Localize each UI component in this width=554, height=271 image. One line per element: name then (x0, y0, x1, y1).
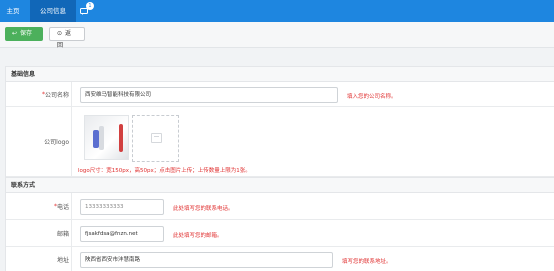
tab-company-info-label: 公司信息 (40, 7, 66, 15)
address-label: 地址 (6, 247, 72, 271)
logo-upload-box[interactable] (132, 115, 179, 162)
row-email: 邮箱 fjsakfdsa@fnzn.net 此处填写您的邮箱。 (6, 220, 554, 247)
top-nav-bar: 主页 公司信息 1 (0, 0, 554, 22)
tab-messages[interactable]: 1 (76, 0, 98, 22)
logo-shape (99, 126, 104, 150)
company-name-input[interactable]: 西安维马智能科技有限公司 (80, 87, 338, 103)
company-name-label: * 公司名称 (6, 82, 72, 106)
row-company-name: * 公司名称 西安维马智能科技有限公司 填入您的公司名称。 (6, 82, 554, 107)
company-name-hint: 填入您的公司名称。 (347, 94, 397, 100)
row-address: 地址 陕西省西安市沣慧南路 填写您的联系地址。 (6, 247, 554, 271)
email-input[interactable]: fjsakfdsa@fnzn.net (80, 226, 164, 242)
row-company-logo: 公司logo logo尺寸：宽150px，高50px；点击图片上传；上传数量上限… (6, 107, 554, 177)
reply-icon: ↩ (12, 30, 18, 37)
image-placeholder-icon (151, 133, 162, 143)
logo-hint: logo尺寸：宽150px，高50px；点击图片上传；上传数量上限为1张。 (78, 168, 251, 174)
section-contact: 联系方式 (6, 177, 554, 193)
address-input[interactable]: 陕西省西安市沣慧南路 (80, 252, 333, 268)
company-name-label-text: 公司名称 (44, 91, 69, 99)
section-basic-info: 基础信息 (6, 66, 554, 82)
save-button-label: 保存 (20, 30, 33, 37)
tab-company-info[interactable]: 公司信息 (30, 0, 76, 22)
phone-label-text: 电话 (56, 203, 69, 211)
company-info-form: 基础信息 * 公司名称 西安维马智能科技有限公司 填入您的公司名称。 公司logo… (5, 66, 554, 271)
phone-label: * 电话 (6, 193, 72, 219)
tab-home[interactable]: 主页 (0, 0, 26, 22)
address-hint: 填写您的联系地址。 (342, 259, 392, 265)
company-logo-label: 公司logo (6, 107, 72, 176)
save-button[interactable]: ↩ 保存 (5, 27, 43, 41)
back-circle-icon: ⊙ (57, 30, 63, 37)
back-button[interactable]: ⊙ 返回 (49, 27, 85, 49)
phone-hint: 此处填写您的联系电话。 (173, 206, 234, 212)
message-count-badge: 1 (86, 2, 94, 10)
logo-image[interactable] (84, 115, 129, 160)
row-phone: * 电话 13333333333 此处填写您的联系电话。 (6, 193, 554, 220)
email-hint: 此处填写您的邮箱。 (173, 233, 223, 239)
toolbar: ↩ 保存 ⊙ 返回 (0, 22, 554, 49)
email-label: 邮箱 (6, 220, 72, 246)
phone-input[interactable]: 13333333333 (80, 199, 164, 215)
logo-shape (119, 124, 123, 152)
tab-home-label: 主页 (6, 7, 20, 15)
